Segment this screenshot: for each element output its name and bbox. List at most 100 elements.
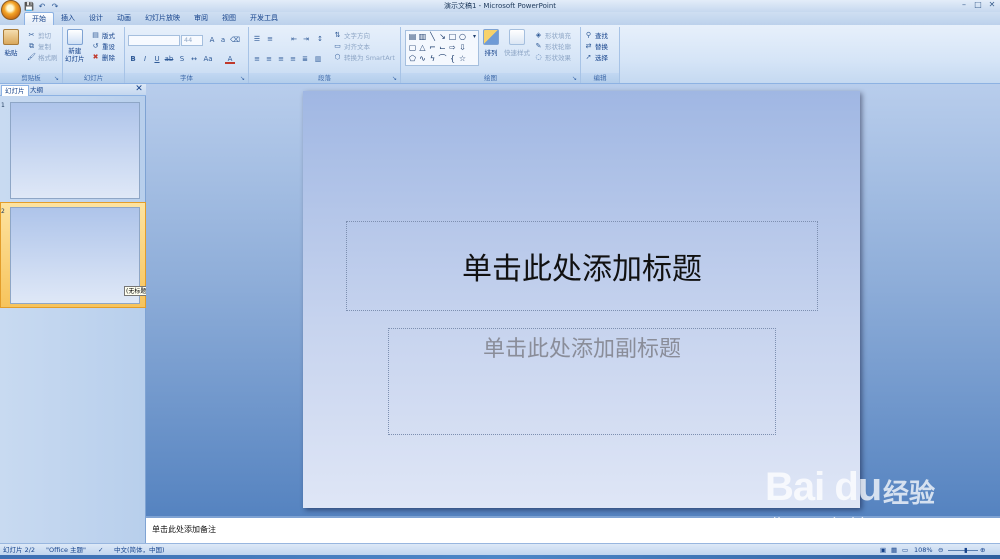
- align-text-button[interactable]: ▭ 对齐文本: [333, 41, 370, 51]
- slideshow-view-icon[interactable]: ▭: [902, 545, 908, 555]
- subtitle-placeholder[interactable]: 单击此处添加副标题: [388, 328, 776, 435]
- star-shape-icon[interactable]: ☆: [458, 55, 467, 63]
- convert-smartart-button[interactable]: ⬡ 转换为 SmartArt: [333, 52, 394, 62]
- align-center-icon[interactable]: ≡: [264, 54, 274, 64]
- maximize-icon[interactable]: □: [972, 0, 984, 10]
- down-arrow-shape-icon[interactable]: ⇩: [458, 44, 467, 52]
- vertical-textbox-shape-icon[interactable]: ▥: [418, 33, 427, 41]
- shadow-icon[interactable]: S: [177, 54, 187, 64]
- replace-button[interactable]: ⇄ 替换: [584, 41, 608, 51]
- font-name-field[interactable]: [128, 35, 180, 46]
- lightning-shape-icon[interactable]: ϟ: [428, 55, 437, 63]
- paste-button[interactable]: 粘贴: [3, 29, 19, 57]
- pentagon-shape-icon[interactable]: ⬠: [408, 55, 417, 63]
- decrease-indent-icon[interactable]: ⇤: [289, 34, 299, 44]
- dialog-launcher-icon[interactable]: ↘: [54, 75, 61, 82]
- tab-view[interactable]: 视图: [215, 12, 243, 25]
- new-slide-button[interactable]: 新建 幻灯片: [65, 29, 85, 63]
- close-icon[interactable]: ✕: [134, 84, 144, 95]
- tab-slideshow[interactable]: 幻灯片放映: [138, 12, 187, 25]
- slide-sorter-icon[interactable]: ▦: [891, 545, 897, 555]
- zoom-thumb-icon[interactable]: ▮: [964, 545, 968, 555]
- dialog-launcher-icon[interactable]: ↘: [392, 75, 399, 82]
- justify-icon[interactable]: ≡: [288, 54, 298, 64]
- arc-shape-icon[interactable]: ⌒: [438, 55, 447, 63]
- bullets-icon[interactable]: ☰: [252, 34, 262, 44]
- clear-format-icon[interactable]: ⌫: [230, 35, 240, 45]
- dialog-launcher-icon[interactable]: ↘: [572, 75, 579, 82]
- zoom-in-icon[interactable]: ⊕: [980, 545, 985, 555]
- tab-outline[interactable]: 大纲: [27, 85, 46, 96]
- char-spacing-icon[interactable]: ↔: [189, 54, 199, 64]
- increase-indent-icon[interactable]: ⇥: [301, 34, 311, 44]
- strikethrough-icon[interactable]: ab: [164, 54, 174, 64]
- right-arrow-shape-icon[interactable]: ⇨: [448, 44, 457, 52]
- tab-developer[interactable]: 开发工具: [243, 12, 285, 25]
- tab-home[interactable]: 开始: [24, 12, 54, 25]
- select-label: 选择: [595, 54, 608, 62]
- align-left-icon[interactable]: ≡: [252, 54, 262, 64]
- reset-button[interactable]: ↺ 重设: [91, 41, 115, 51]
- shape-outline-button[interactable]: ✎ 形状轮廓: [534, 41, 571, 51]
- shrink-font-icon[interactable]: a: [218, 35, 228, 45]
- delete-slide-button[interactable]: ✖ 删除: [91, 52, 115, 62]
- underline-icon[interactable]: U: [152, 54, 162, 64]
- gallery-scroll-icon[interactable]: ▾: [470, 33, 479, 41]
- language[interactable]: 中文(简体，中国): [114, 545, 165, 555]
- slides-group-label: 幻灯片: [63, 73, 124, 83]
- line-spacing-icon[interactable]: ↕: [315, 34, 325, 44]
- change-case-icon[interactable]: Aa: [203, 54, 213, 64]
- italic-icon[interactable]: I: [140, 54, 150, 64]
- select-button[interactable]: ➚ 选择: [584, 52, 608, 62]
- quick-styles-button[interactable]: 快速样式: [504, 29, 530, 57]
- arrange-button[interactable]: 排列: [483, 29, 499, 57]
- slide-thumbnail-1[interactable]: [10, 102, 140, 199]
- tab-design[interactable]: 设计: [82, 12, 110, 25]
- font-size-field[interactable]: 44: [181, 35, 203, 46]
- zoom-out-icon[interactable]: ⊖: [938, 545, 943, 555]
- grow-font-icon[interactable]: A: [207, 35, 217, 45]
- office-button[interactable]: [1, 0, 21, 20]
- layout-button[interactable]: ▤ 版式: [91, 30, 115, 40]
- curve-shape-icon[interactable]: ∿: [418, 55, 427, 63]
- shape-fill-button[interactable]: ◈ 形状填充: [534, 30, 571, 40]
- tab-slides[interactable]: 幻灯片: [1, 85, 29, 96]
- columns-icon[interactable]: ▥: [313, 54, 323, 64]
- tab-insert[interactable]: 插入: [54, 12, 82, 25]
- shapes-gallery[interactable]: ▤ ▥ ╲ ↘ □ ○ ▢ △ ⌐ ⌙ ⇨ ⇩ ⬠ ∿ ϟ ⌒ { ☆ ▾: [405, 30, 479, 66]
- zoom-slider[interactable]: [948, 550, 978, 551]
- elbow-connector-shape-icon[interactable]: ⌐: [428, 44, 437, 52]
- align-text-icon: ▭: [334, 42, 341, 50]
- notes-pane[interactable]: 单击此处添加备注: [146, 516, 1000, 543]
- left-brace-shape-icon[interactable]: {: [448, 55, 457, 63]
- cut-button[interactable]: ✂ 剪切: [27, 30, 51, 40]
- bold-icon[interactable]: B: [128, 54, 138, 64]
- find-button[interactable]: ⚲ 查找: [584, 30, 608, 40]
- text-direction-button[interactable]: ⇅ 文字方向: [333, 30, 370, 40]
- dialog-launcher-icon[interactable]: ↘: [240, 75, 247, 82]
- minimize-icon[interactable]: –: [958, 0, 970, 10]
- font-color-icon[interactable]: A: [225, 54, 235, 64]
- numbering-icon[interactable]: ≡: [265, 34, 275, 44]
- textbox-shape-icon[interactable]: ▤: [408, 33, 417, 41]
- elbow-arrow-shape-icon[interactable]: ⌙: [438, 44, 447, 52]
- distribute-icon[interactable]: ≣: [300, 54, 310, 64]
- shape-effects-button[interactable]: ◌ 形状效果: [534, 52, 571, 62]
- rectangle-shape-icon[interactable]: □: [448, 33, 457, 41]
- spellcheck-icon[interactable]: ✓: [98, 545, 103, 555]
- line-shape-icon[interactable]: ╲: [428, 33, 437, 41]
- arrow-line-shape-icon[interactable]: ↘: [438, 33, 447, 41]
- title-placeholder[interactable]: 单击此处添加标题: [346, 221, 818, 311]
- align-right-icon[interactable]: ≡: [276, 54, 286, 64]
- zoom-level[interactable]: 108%: [914, 545, 933, 555]
- tab-animations[interactable]: 动画: [110, 12, 138, 25]
- oval-shape-icon[interactable]: ○: [458, 33, 467, 41]
- normal-view-icon[interactable]: ▣: [880, 545, 886, 555]
- close-window-icon[interactable]: ✕: [986, 0, 998, 10]
- copy-button[interactable]: ⧉ 复制: [27, 41, 51, 51]
- format-painter-button[interactable]: 🖌 格式刷: [27, 52, 57, 62]
- tab-review[interactable]: 审阅: [187, 12, 215, 25]
- triangle-shape-icon[interactable]: △: [418, 44, 427, 52]
- slide-thumbnail-2[interactable]: [10, 207, 140, 304]
- rounded-rect-shape-icon[interactable]: ▢: [408, 44, 417, 52]
